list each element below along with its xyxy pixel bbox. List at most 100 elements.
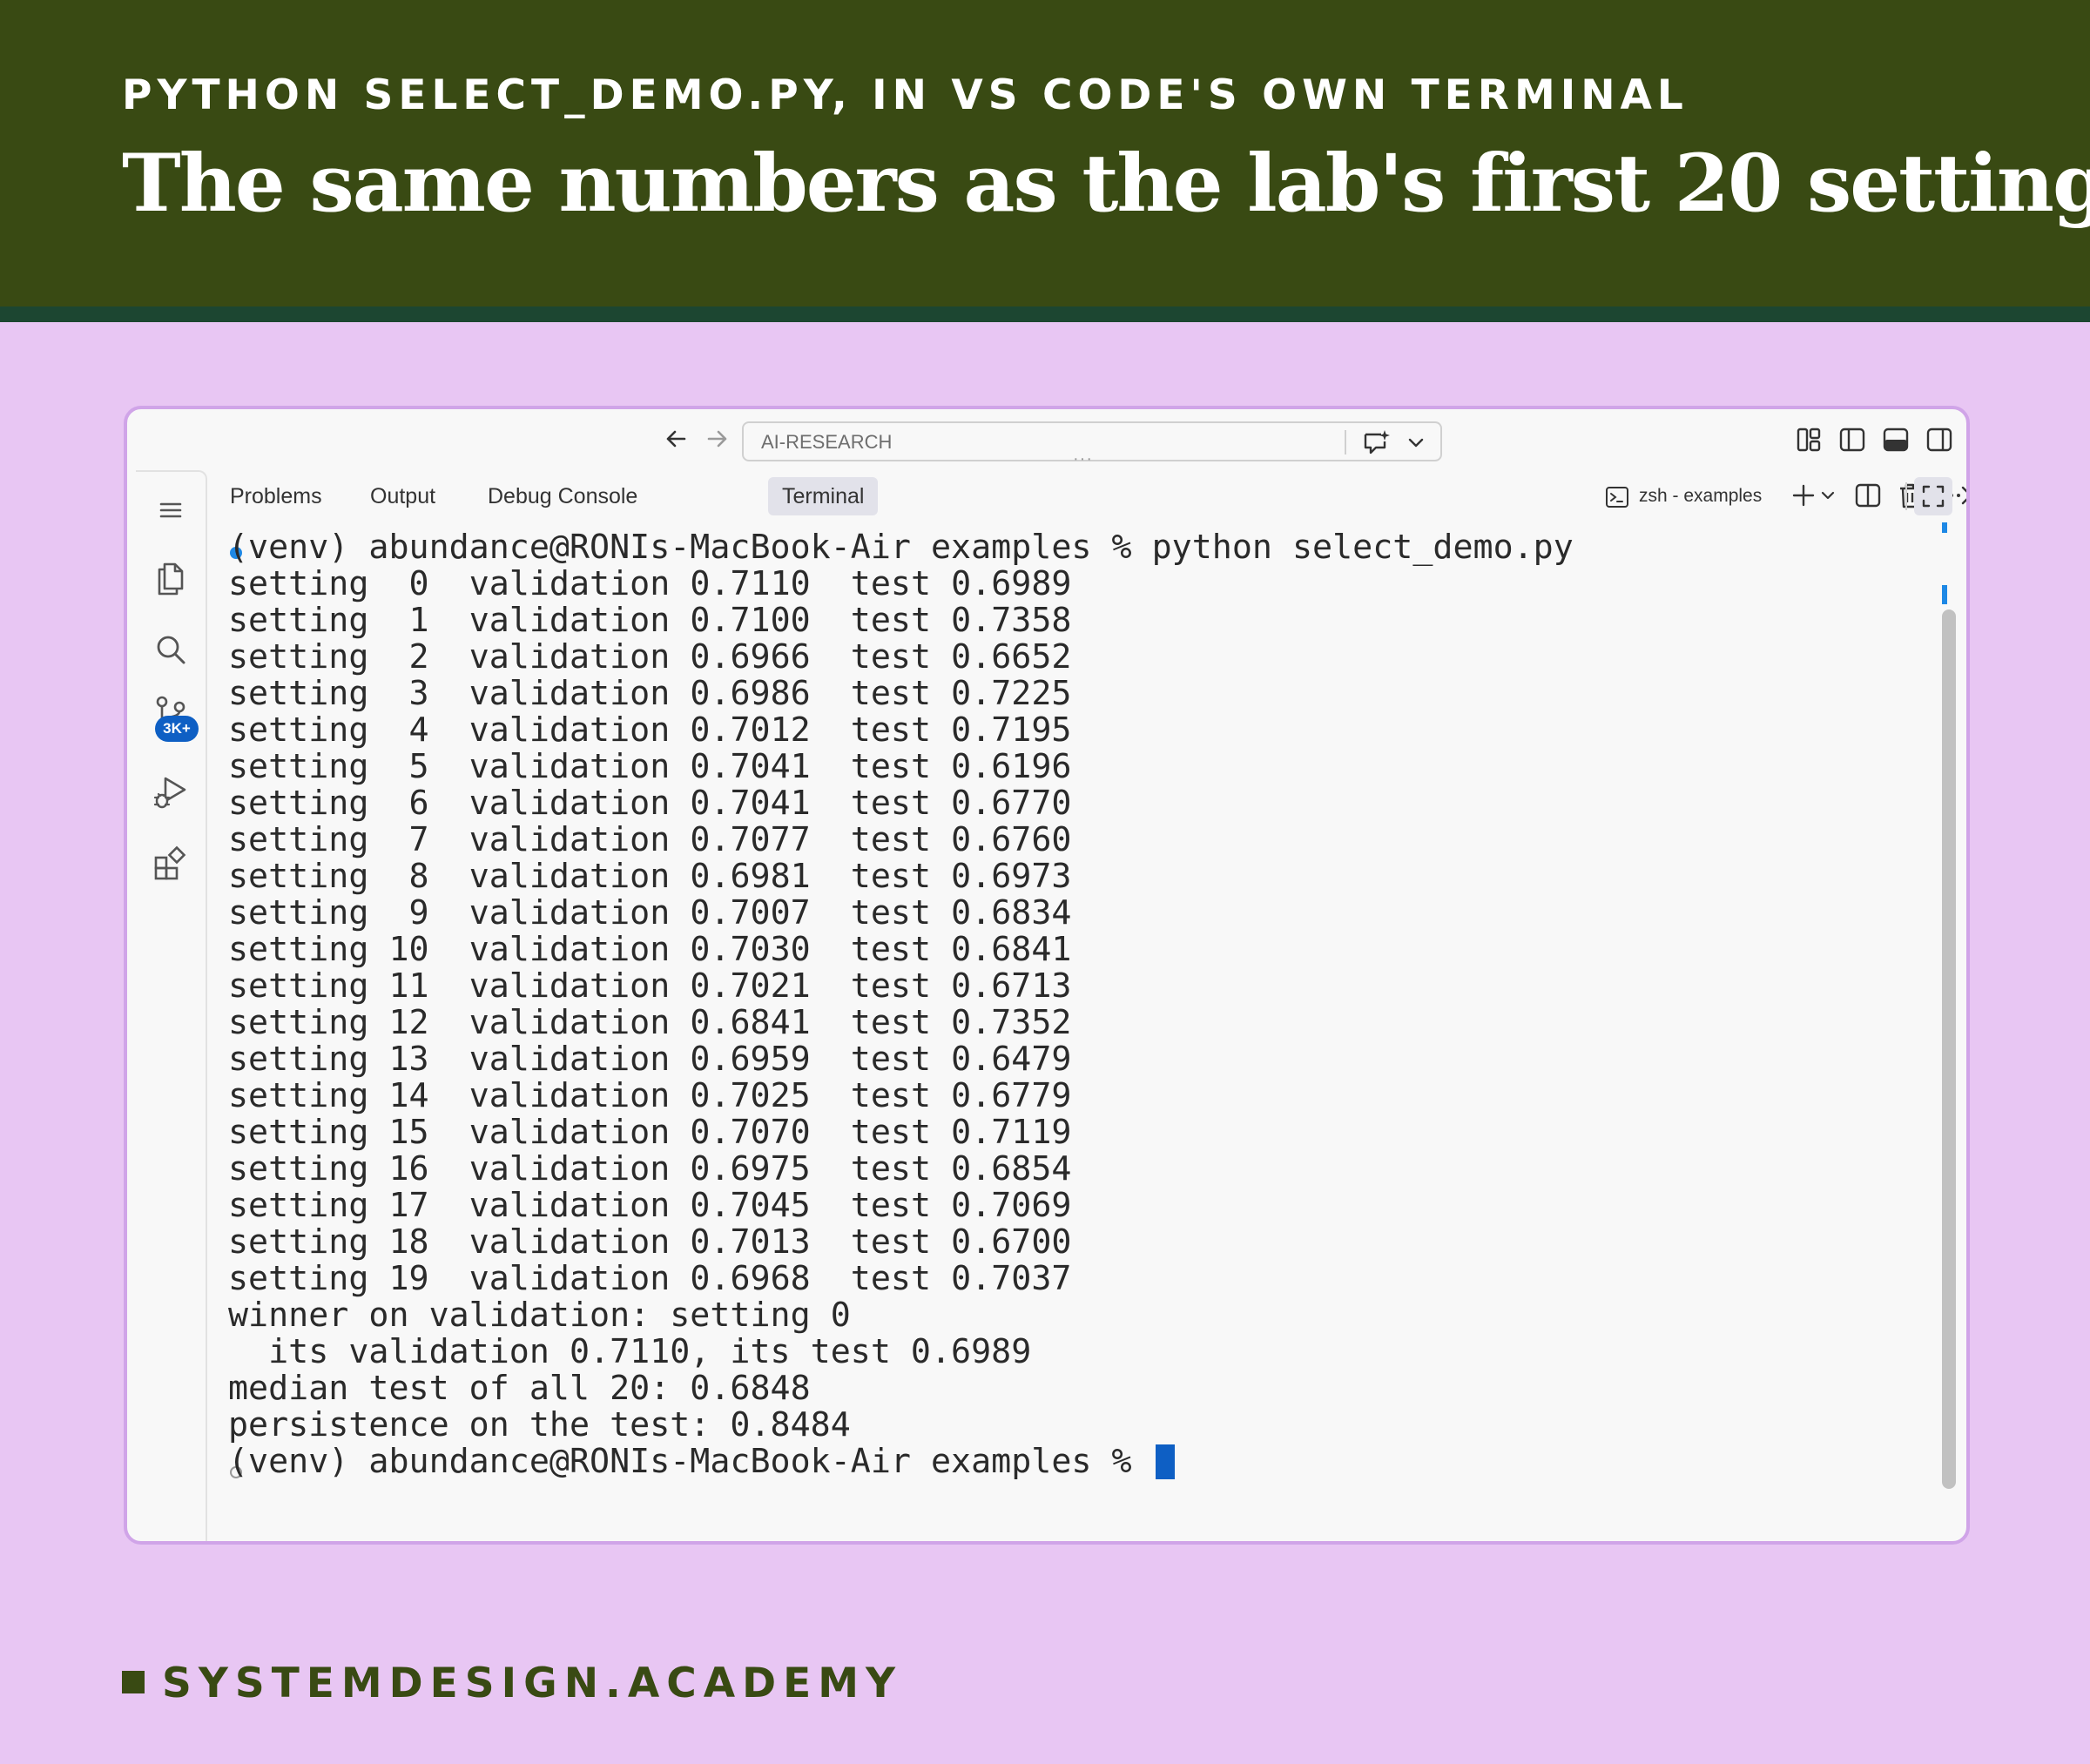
setting-label: setting — [228, 893, 389, 932]
setting-label: setting — [228, 1076, 389, 1115]
source-control-badge: 3K+ — [155, 716, 199, 742]
test-value: 0.6973 — [951, 857, 1072, 896]
tab-debug-console[interactable]: Debug Console — [474, 477, 651, 515]
test-value: 0.6779 — [951, 1076, 1072, 1115]
chevron-down-icon[interactable] — [1818, 481, 1837, 510]
setting-number: 0 — [388, 564, 429, 603]
result-row: setting 9 validation 0.7007 test 0.6834 — [228, 895, 1071, 932]
setting-label: setting — [228, 601, 389, 640]
test-label: test — [810, 857, 952, 896]
validation-label: validation — [428, 1076, 691, 1115]
validation-label: validation — [428, 710, 691, 750]
result-row: setting 17 validation 0.7045 test 0.7069 — [228, 1188, 1071, 1224]
panel-resize-handle[interactable]: ··· — [1073, 450, 1097, 468]
toggle-secondary-sidebar-icon[interactable] — [1925, 425, 1954, 454]
setting-number: 13 — [388, 1040, 429, 1079]
test-label: test — [810, 1149, 952, 1188]
test-value: 0.7352 — [951, 1003, 1072, 1042]
setting-number: 12 — [388, 1003, 429, 1042]
terminal-cursor — [1155, 1444, 1175, 1479]
result-row: setting 7 validation 0.7077 test 0.6760 — [228, 822, 1071, 858]
setting-number: 10 — [388, 930, 429, 969]
chat-sparkle-icon[interactable] — [1360, 427, 1392, 458]
result-row: setting 18 validation 0.7013 test 0.6700 — [228, 1224, 1071, 1261]
headline: The same numbers as the lab's first 20 s… — [122, 138, 2090, 230]
setting-label: setting — [228, 930, 389, 969]
validation-label: validation — [428, 857, 691, 896]
tab-problems[interactable]: Problems — [216, 477, 336, 515]
terminal-name[interactable]: zsh - examples — [1639, 486, 1762, 507]
arrow-right-icon[interactable] — [702, 423, 733, 454]
validation-value: 0.7041 — [690, 784, 811, 823]
result-row: setting 11 validation 0.7021 test 0.6713 — [228, 968, 1071, 1005]
validation-value: 0.7021 — [690, 966, 811, 1006]
test-label: test — [810, 1113, 952, 1152]
setting-label: setting — [228, 966, 389, 1006]
setting-label: setting — [228, 857, 389, 896]
setting-label: setting — [228, 1259, 389, 1298]
test-label: test — [810, 930, 952, 969]
validation-label: validation — [428, 1149, 691, 1188]
test-label: test — [810, 1076, 952, 1115]
test-value: 0.6652 — [951, 637, 1072, 677]
explorer-icon[interactable] — [152, 559, 190, 597]
plus-icon[interactable] — [1789, 481, 1818, 510]
split-terminal-icon[interactable] — [1853, 481, 1883, 510]
toggle-primary-sidebar-icon[interactable] — [1837, 425, 1867, 454]
menu-icon[interactable] — [152, 491, 190, 529]
customize-layout-icon[interactable] — [1794, 425, 1824, 454]
validation-label: validation — [428, 966, 691, 1006]
test-label: test — [810, 710, 952, 750]
test-label: test — [810, 674, 952, 713]
toggle-panel-icon[interactable] — [1881, 425, 1911, 454]
setting-label: setting — [228, 747, 389, 786]
activity-bar: 3K+ — [136, 470, 207, 1541]
test-label: test — [810, 1040, 952, 1079]
test-label: test — [810, 820, 952, 859]
validation-value: 0.7077 — [690, 820, 811, 859]
validation-label: validation — [428, 1186, 691, 1225]
validation-label: validation — [428, 784, 691, 823]
summary-line-persistence: persistence on the test: 0.8484 — [228, 1405, 851, 1444]
test-label: test — [810, 893, 952, 932]
validation-label: validation — [428, 637, 691, 677]
panel-tab-bar: Problems Output Debug Console Terminal z… — [211, 472, 1960, 515]
setting-label: setting — [228, 564, 389, 603]
workspace-name: AI-RESEARCH — [761, 431, 893, 453]
test-value: 0.7069 — [951, 1186, 1072, 1225]
chevron-down-icon[interactable] — [1400, 427, 1432, 458]
validation-value: 0.6841 — [690, 1003, 811, 1042]
test-value: 0.6770 — [951, 784, 1072, 823]
result-row: setting 2 validation 0.6966 test 0.6652 — [228, 639, 1071, 676]
validation-label: validation — [428, 564, 691, 603]
setting-label: setting — [228, 1149, 389, 1188]
maximize-panel-button[interactable] — [1914, 477, 1952, 515]
setting-number: 15 — [388, 1113, 429, 1152]
tab-terminal[interactable]: Terminal — [768, 477, 879, 515]
scroll-marker — [1942, 522, 1947, 533]
tab-output[interactable]: Output — [356, 477, 449, 515]
test-label: test — [810, 747, 952, 786]
result-row: setting 15 validation 0.7070 test 0.7119 — [228, 1114, 1071, 1151]
scroll-marker — [1942, 585, 1947, 604]
validation-value: 0.7041 — [690, 747, 811, 786]
setting-label: setting — [228, 1003, 389, 1042]
search-icon[interactable] — [152, 630, 190, 669]
terminal-output[interactable]: (venv) abundance@RONIs-MacBook-Air examp… — [228, 529, 1883, 1531]
arrow-left-icon[interactable] — [660, 423, 691, 454]
terminal-scrollbar[interactable] — [1942, 609, 1956, 1489]
run-debug-icon[interactable] — [152, 773, 190, 811]
setting-number: 5 — [388, 747, 429, 786]
test-label: test — [810, 564, 952, 603]
summary-line-winner-scores: its validation 0.7110, its test 0.6989 — [228, 1332, 1032, 1371]
kicker-text: PYTHON SELECT_DEMO.PY, IN VS CODE'S OWN … — [122, 71, 1689, 119]
validation-value: 0.6986 — [690, 674, 811, 713]
validation-label: validation — [428, 930, 691, 969]
validation-value: 0.7100 — [690, 601, 811, 640]
extensions-icon[interactable] — [152, 845, 190, 883]
validation-value: 0.6968 — [690, 1259, 811, 1298]
close-icon[interactable] — [1956, 481, 1970, 510]
validation-value: 0.6975 — [690, 1149, 811, 1188]
setting-number: 17 — [388, 1186, 429, 1225]
validation-value: 0.6959 — [690, 1040, 811, 1079]
